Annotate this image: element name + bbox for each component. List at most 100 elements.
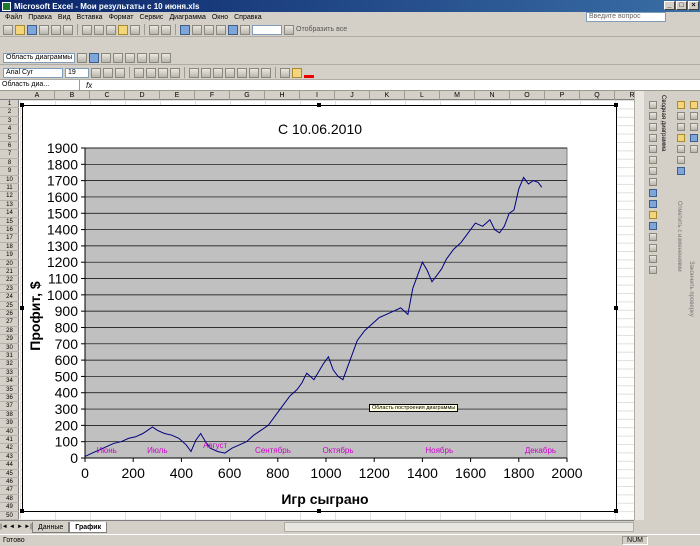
- prev-comment-icon[interactable]: [676, 112, 685, 120]
- column-header[interactable]: J: [335, 91, 370, 100]
- selection-handle[interactable]: [317, 509, 321, 513]
- column-header[interactable]: B: [55, 91, 90, 100]
- row-header[interactable]: 24: [0, 293, 19, 302]
- y-axis-title[interactable]: Профит, $: [27, 281, 43, 351]
- row-header[interactable]: 7: [0, 150, 19, 159]
- track-changes-icon[interactable]: [676, 145, 685, 153]
- column-header[interactable]: Q: [580, 91, 615, 100]
- show-comment-icon[interactable]: [676, 134, 685, 142]
- row-header[interactable]: 48: [0, 495, 19, 504]
- reject-change-icon[interactable]: [676, 167, 685, 175]
- show-changes-label[interactable]: Отметить с изменениями: [676, 201, 682, 272]
- pivot-chart-toolbar-label[interactable]: Сводная диаграмма: [660, 95, 666, 151]
- bold-icon[interactable]: [91, 67, 101, 78]
- row-header[interactable]: 43: [0, 453, 19, 462]
- menu-window[interactable]: Окно: [209, 14, 231, 21]
- menu-insert[interactable]: Вставка: [74, 14, 106, 21]
- increase-decimal-icon[interactable]: [225, 67, 235, 78]
- row-header[interactable]: 47: [0, 486, 19, 495]
- clipart-icon[interactable]: [648, 211, 657, 219]
- row-header[interactable]: 5: [0, 134, 19, 142]
- vertical-scrollbar[interactable]: [634, 91, 644, 520]
- row-header[interactable]: 29: [0, 335, 19, 344]
- name-box[interactable]: Область диа...: [0, 80, 80, 90]
- selection-handle[interactable]: [20, 103, 24, 107]
- row-header[interactable]: 25: [0, 302, 19, 310]
- highlight-icon[interactable]: [689, 101, 698, 109]
- drawing-icon[interactable]: [240, 24, 250, 35]
- font-color-icon[interactable]: [304, 68, 314, 78]
- draw-menu-icon[interactable]: [648, 101, 657, 109]
- fill-color-icon[interactable]: [292, 67, 302, 78]
- first-sheet-icon[interactable]: |◄: [0, 524, 8, 530]
- row-header[interactable]: 18: [0, 243, 19, 252]
- row-header[interactable]: 27: [0, 318, 19, 327]
- send-review-icon[interactable]: [689, 123, 698, 131]
- spelling-icon[interactable]: [82, 24, 92, 35]
- selection-handle[interactable]: [20, 509, 24, 513]
- italic-icon[interactable]: [103, 67, 113, 78]
- chart-area[interactable]: С 10.06.2010 Профит, $ Игр сыграно 0 100 2…: [22, 105, 617, 512]
- accept-change-icon[interactable]: [676, 156, 685, 164]
- row-header[interactable]: 34: [0, 377, 19, 386]
- fx-icon[interactable]: fx: [80, 81, 98, 90]
- menu-format[interactable]: Формат: [106, 14, 137, 21]
- cut-icon[interactable]: [94, 24, 104, 35]
- new-comment-icon[interactable]: [676, 101, 685, 109]
- percent-icon[interactable]: [201, 67, 211, 78]
- column-header[interactable]: C: [90, 91, 125, 100]
- row-header[interactable]: 35: [0, 386, 19, 394]
- format-chart-area-icon[interactable]: [77, 52, 87, 63]
- angle-text-down-icon[interactable]: [149, 52, 159, 63]
- row-header[interactable]: 8: [0, 159, 19, 168]
- row-header[interactable]: 11: [0, 184, 19, 193]
- column-header[interactable]: A: [20, 91, 55, 100]
- selection-handle[interactable]: [20, 306, 24, 310]
- row-header[interactable]: 32: [0, 360, 19, 369]
- font-a-icon[interactable]: [648, 255, 657, 263]
- zoom-select[interactable]: [252, 24, 282, 35]
- chart-title[interactable]: С 10.06.2010: [278, 121, 362, 137]
- mail-icon[interactable]: [689, 134, 698, 142]
- next-comment-icon[interactable]: [676, 123, 685, 131]
- paste-icon[interactable]: [118, 24, 128, 35]
- print-preview-icon[interactable]: [63, 24, 73, 35]
- row-header[interactable]: 23: [0, 285, 19, 294]
- sheet-tab-data[interactable]: Данные: [32, 521, 70, 533]
- row-header[interactable]: 31: [0, 352, 19, 361]
- column-header[interactable]: K: [370, 91, 405, 100]
- menu-edit[interactable]: Правка: [25, 14, 55, 21]
- row-header[interactable]: 36: [0, 394, 19, 403]
- row-header[interactable]: 26: [0, 310, 19, 319]
- selection-handle[interactable]: [614, 103, 618, 107]
- list-icon[interactable]: [648, 244, 657, 252]
- row-header[interactable]: 19: [0, 251, 19, 260]
- row-header[interactable]: 28: [0, 327, 19, 336]
- row-header[interactable]: 22: [0, 276, 19, 285]
- font-name-select[interactable]: Arial Cyr: [3, 67, 63, 78]
- sort-descending-icon[interactable]: [216, 24, 226, 35]
- data-table-icon[interactable]: [113, 52, 123, 63]
- borders-icon[interactable]: [280, 67, 290, 78]
- next-sheet-icon[interactable]: ►: [16, 524, 24, 530]
- new-file-icon[interactable]: [3, 24, 13, 35]
- comma-style-icon[interactable]: [213, 67, 223, 78]
- row-header[interactable]: 21: [0, 268, 19, 277]
- chart-wizard-icon[interactable]: [228, 24, 238, 35]
- row-header[interactable]: 17: [0, 234, 19, 243]
- select-objects-icon[interactable]: [648, 112, 657, 120]
- row-header[interactable]: 10: [0, 176, 19, 184]
- decrease-indent-icon[interactable]: [249, 67, 259, 78]
- row-header[interactable]: 16: [0, 226, 19, 235]
- row-header[interactable]: 1: [0, 100, 19, 109]
- save-icon[interactable]: [27, 24, 37, 35]
- close-icon[interactable]: ×: [688, 1, 699, 10]
- format-painter-icon[interactable]: [130, 24, 140, 35]
- open-folder-icon[interactable]: [15, 24, 25, 35]
- column-header[interactable]: D: [125, 91, 160, 100]
- x-axis-title[interactable]: Игр сыграно: [281, 491, 368, 507]
- angle-text-up-icon[interactable]: [161, 52, 171, 63]
- end-review-label[interactable]: Закончить проверку: [688, 261, 694, 317]
- row-header[interactable]: 12: [0, 192, 19, 201]
- arrow-icon[interactable]: [648, 145, 657, 153]
